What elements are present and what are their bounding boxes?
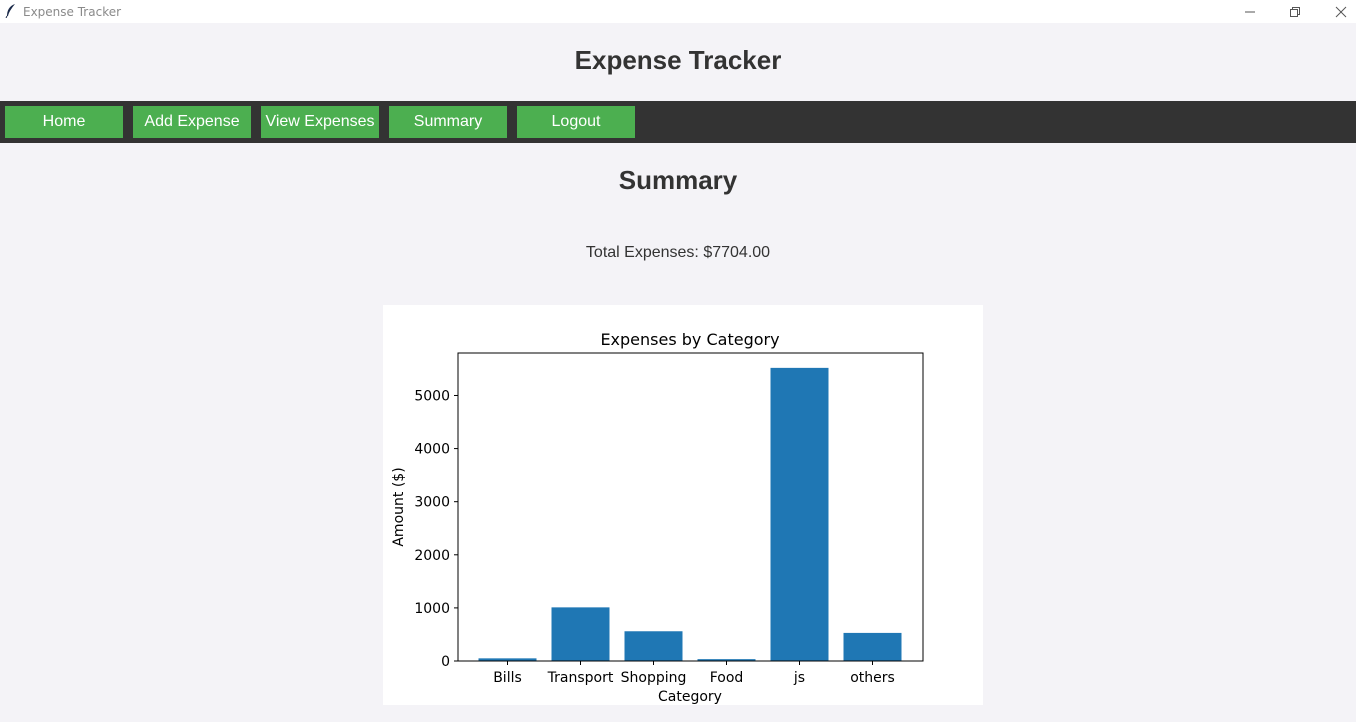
x-axis-ticks: Bills Transport Shopping Food js others: [493, 661, 895, 686]
chart-title: Expenses by Category: [600, 330, 779, 349]
x-tick-label: Bills: [493, 670, 522, 686]
app-title: Expense Tracker: [574, 45, 782, 75]
x-tick-label: Food: [710, 670, 744, 686]
page-title: Summary: [618, 165, 738, 195]
y-tick-label: 3000: [414, 495, 450, 511]
chart-panel: Expenses by Category 0 1000 2000 3000 4000 50…: [383, 305, 983, 705]
bar-others: [843, 632, 902, 661]
nav-view-expenses-button[interactable]: View Expenses: [261, 106, 379, 138]
y-tick-label: 4000: [414, 442, 450, 458]
minimize-button[interactable]: [1227, 0, 1273, 23]
y-tick-label: 0: [441, 654, 450, 670]
nav-bar: Home Add Expense View Expenses Summary L…: [0, 101, 1356, 143]
x-tick-label: others: [850, 670, 895, 686]
nav-add-expense-button[interactable]: Add Expense: [133, 106, 251, 138]
y-tick-label: 2000: [414, 548, 450, 564]
y-tick-label: 1000: [414, 601, 450, 617]
nav-home-button[interactable]: Home: [5, 106, 123, 138]
y-axis-ticks: 0 1000 2000 3000 4000 5000: [414, 388, 458, 670]
x-tick-label: js: [793, 670, 805, 686]
chart-bars: [478, 367, 902, 661]
bar-shopping: [624, 631, 683, 661]
x-tick-label: Transport: [547, 670, 614, 686]
minimize-icon: [1245, 11, 1255, 12]
x-axis-label: Category: [658, 689, 722, 705]
window-title: Expense Tracker: [23, 5, 122, 19]
total-expenses-label: Total Expenses: $7704.00: [585, 244, 771, 261]
restore-button[interactable]: [1272, 0, 1318, 23]
y-axis-label: Amount ($): [391, 467, 407, 546]
nav-summary-button[interactable]: Summary: [389, 106, 507, 138]
nav-logout-button[interactable]: Logout: [517, 106, 635, 138]
window-titlebar: Expense Tracker: [0, 0, 1356, 23]
feather-icon: [5, 4, 15, 18]
plot-frame: [457, 352, 924, 662]
x-tick-label: Shopping: [621, 670, 687, 686]
restore-icon: [1290, 6, 1300, 17]
y-tick-label: 5000: [414, 388, 450, 404]
close-icon: [1335, 6, 1347, 17]
bar-transport: [551, 607, 610, 661]
bar-js: [770, 367, 829, 661]
close-button[interactable]: [1318, 0, 1356, 23]
expenses-bar-chart: Expenses by Category 0 1000 2000 3000 4000 50…: [391, 330, 924, 705]
